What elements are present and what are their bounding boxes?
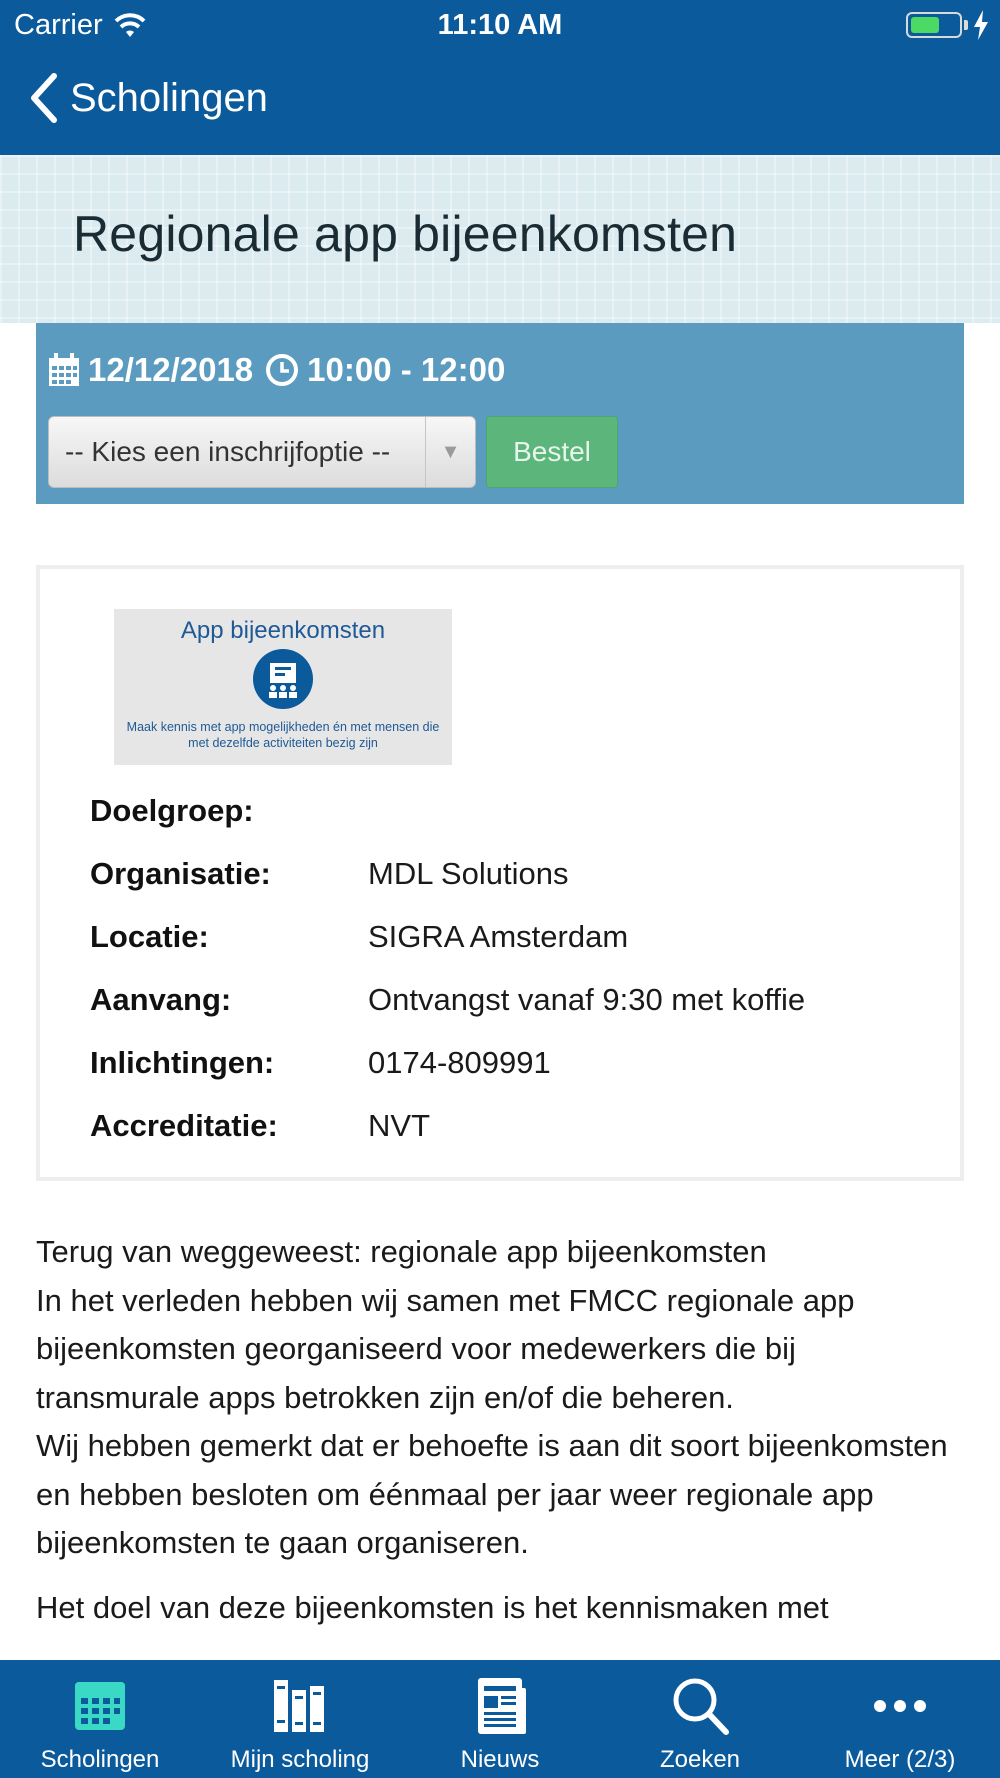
tab-label: Meer (2/3) <box>844 1746 956 1773</box>
chevron-down-icon: ▼ <box>425 417 475 487</box>
info-label: Accreditatie: <box>90 1107 278 1143</box>
event-info-box: App bijeenkomsten Maak kennis met app mo… <box>36 565 964 1181</box>
event-time: 10:00 - 12:00 <box>307 351 506 388</box>
top-bar: Carrier 11:10 AM Scholingen <box>0 0 1000 155</box>
event-date: 12/12/2018 <box>88 351 254 388</box>
description-line: Wij hebben gemerkt dat er behoefte is aa… <box>36 1428 948 1560</box>
description-paragraph: Het doel van deze bijeenkomsten is het k… <box>36 1589 829 1625</box>
tab-label: Mijn scholing <box>230 1746 370 1773</box>
info-row-inlichtingen: Inlichtingen: 0174-809991 <box>90 1031 910 1094</box>
tab-bar: Scholingen Mijn scholing Nieuws Zoeken M… <box>0 1660 1000 1778</box>
books-icon <box>274 1680 324 1732</box>
order-button[interactable]: Bestel <box>486 416 618 488</box>
order-panel: 12/12/2018 10:00 - 12:00 -- Kies een ins… <box>36 323 964 504</box>
hero-banner: Regionale app bijeenkomsten <box>0 155 1000 323</box>
tab-label: Nieuws <box>460 1746 540 1773</box>
info-label: Organisatie: <box>90 855 271 891</box>
description-paragraph: Terug van weggeweest: regionale app bije… <box>36 1228 964 1568</box>
description-line: In het verleden hebben wij samen met FMC… <box>36 1282 855 1415</box>
info-value[interactable]: 0174-809991 <box>368 1045 551 1081</box>
back-label: Scholingen <box>70 75 268 120</box>
tab-scholingen[interactable]: Scholingen <box>0 1660 200 1778</box>
info-label: Aanvang: <box>90 981 232 1017</box>
info-value: MDL Solutions <box>368 855 569 891</box>
info-label: Locatie: <box>90 918 209 954</box>
info-label: Doelgroep: <box>90 792 254 828</box>
promo-title: App bijeenkomsten <box>180 617 386 644</box>
info-row-organisatie: Organisatie: MDL Solutions <box>90 842 910 905</box>
battery-icon <box>906 12 962 38</box>
tab-label: Scholingen <box>40 1746 160 1773</box>
info-value: SIGRA Amsterdam <box>368 918 629 954</box>
promo-subtitle: Maak kennis met app mogelijkheden én met… <box>126 720 440 750</box>
charging-icon <box>974 10 988 40</box>
status-bar: Carrier 11:10 AM <box>0 0 1000 50</box>
chevron-left-icon <box>31 73 57 123</box>
tab-zoeken[interactable]: Zoeken <box>600 1660 800 1778</box>
event-description: Terug van weggeweest: regionale app bije… <box>36 1228 964 1648</box>
info-row-accreditatie: Accreditatie: NVT <box>90 1094 910 1157</box>
info-list: Doelgroep: Organisatie: MDL Solutions Lo… <box>90 779 910 1157</box>
info-label: Inlichtingen: <box>90 1044 275 1080</box>
info-value: Ontvangst vanaf 9:30 met koffie <box>368 981 806 1017</box>
info-row-doelgroep: Doelgroep: <box>90 779 910 842</box>
info-row-aanvang: Aanvang: Ontvangst vanaf 9:30 met koffie <box>90 968 910 1031</box>
newspaper-icon <box>478 1678 526 1734</box>
more-icon <box>874 1700 926 1712</box>
info-value: NVT <box>368 1107 430 1143</box>
navigation-bar: Scholingen <box>0 62 1000 140</box>
clock-icon <box>266 354 299 386</box>
registration-option-select[interactable]: -- Kies een inschrijfoptie -- ▼ <box>48 416 476 488</box>
promo-image: App bijeenkomsten Maak kennis met app mo… <box>114 609 452 765</box>
tab-meer[interactable]: Meer (2/3) <box>800 1660 1000 1778</box>
page-title: Regionale app bijeenkomsten <box>73 206 738 262</box>
description-line: Terug van weggeweest: regionale app bije… <box>36 1234 767 1269</box>
back-button[interactable]: Scholingen <box>28 72 268 124</box>
info-row-locatie: Locatie: SIGRA Amsterdam <box>90 905 910 968</box>
calendar-icon <box>75 1682 125 1730</box>
battery-tip <box>964 20 968 30</box>
tab-mijn-scholing[interactable]: Mijn scholing <box>200 1660 400 1778</box>
network-icon <box>253 649 313 709</box>
tab-nieuws[interactable]: Nieuws <box>400 1660 600 1778</box>
tab-label: Zoeken <box>659 1746 741 1773</box>
search-icon <box>673 1678 729 1735</box>
status-time: 11:10 AM <box>437 9 563 41</box>
calendar-icon <box>49 353 79 386</box>
select-value: -- Kies een inschrijfoptie -- <box>65 436 391 467</box>
event-datetime: 12/12/2018 10:00 - 12:00 <box>48 351 505 389</box>
